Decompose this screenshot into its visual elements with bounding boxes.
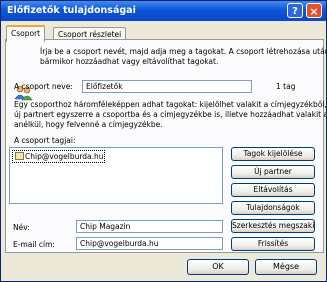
- properties-button[interactable]: Tulajdonságok: [231, 201, 315, 215]
- contact-card-icon: [15, 152, 24, 160]
- update-button[interactable]: Frissítés: [231, 237, 315, 251]
- description-line1: Egy csoporthoz háromféleképpen adhat tag…: [14, 100, 327, 109]
- email-input[interactable]: Chip@vogelburda.hu: [76, 237, 223, 250]
- description-line2: új partnert egyszerre a csoportba és a c…: [14, 110, 326, 119]
- cancel-button[interactable]: Mégse: [255, 259, 317, 275]
- member-count: 1 tag: [276, 82, 296, 91]
- description-line3: anélkül, hogy felvenné a címjegyzékbe.: [14, 120, 163, 129]
- close-button[interactable]: ×: [306, 3, 322, 18]
- help-button[interactable]: ?: [287, 3, 303, 18]
- email-label: E-mail cím:: [13, 240, 55, 249]
- cancel-edit-button[interactable]: Szerkesztés megszakítása: [231, 219, 315, 233]
- ok-button[interactable]: OK: [187, 259, 249, 275]
- new-contact-button[interactable]: Új partner: [231, 165, 315, 179]
- title-bar: Előfizetők tulajdonságai ? ×: [1, 1, 326, 21]
- members-list[interactable]: Chip@vogelburda.hu: [9, 147, 223, 204]
- group-name-input[interactable]: Előfizetők: [82, 80, 252, 93]
- name-label: Név:: [13, 223, 30, 232]
- list-item[interactable]: Chip@vogelburda.hu: [12, 150, 105, 163]
- properties-dialog: Előfizetők tulajdonságai ? × Csoport Cso…: [0, 0, 327, 282]
- tab-group[interactable]: Csoport: [6, 25, 46, 42]
- window-title: Előfizetők tulajdonságai: [7, 5, 136, 16]
- remove-button[interactable]: Eltávolítás: [231, 183, 315, 197]
- name-input[interactable]: Chip Magazin: [76, 220, 223, 233]
- select-members-button[interactable]: Tagok kijelölése: [231, 147, 315, 161]
- group-name-label: A csoport neve:: [14, 82, 73, 91]
- member-email: Chip@vogelburda.hu: [25, 152, 104, 161]
- intro-text-line1: Írja be a csoport nevét, majd adja meg a…: [40, 47, 327, 56]
- members-label: A csoport tagjai:: [14, 136, 76, 145]
- intro-text-line2: bármikor hozzáadhat vagy eltávolíthat ta…: [40, 57, 219, 66]
